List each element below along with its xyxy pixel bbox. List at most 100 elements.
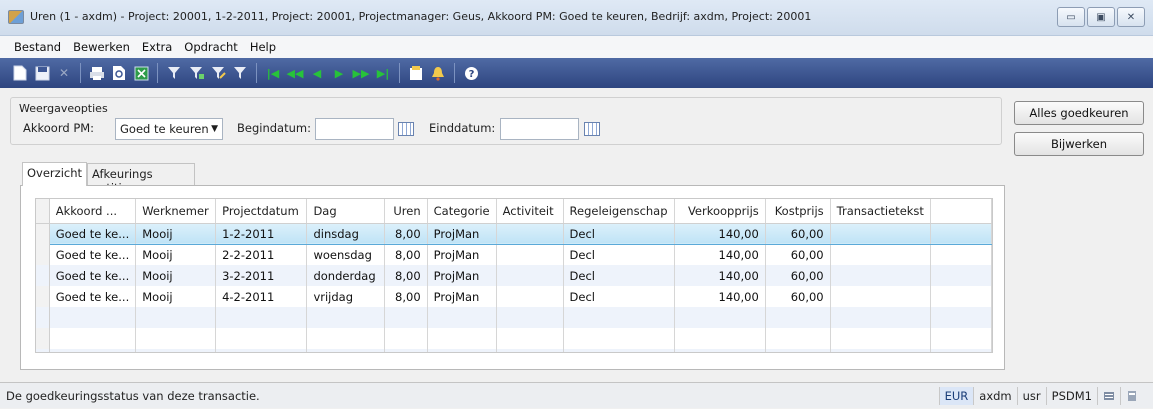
table-cell[interactable]: Decl [563, 265, 675, 286]
filter-clear-icon[interactable] [230, 63, 250, 83]
table-cell[interactable] [830, 286, 931, 307]
menu-opdracht[interactable]: Opdracht [178, 40, 244, 54]
table-cell[interactable]: 8,00 [384, 265, 428, 286]
table-cell[interactable]: Decl [563, 222, 675, 245]
table-cell[interactable]: 8,00 [384, 286, 428, 307]
delete-icon[interactable]: ✕ [54, 63, 74, 83]
table-cell[interactable]: Goed te ke... [49, 265, 137, 286]
print-preview-icon[interactable] [109, 63, 129, 83]
table-cell[interactable] [830, 265, 931, 286]
table-cell[interactable]: vrijdag [306, 286, 385, 307]
table-cell[interactable]: Goed te ke... [49, 286, 137, 307]
calendar-icon[interactable] [584, 122, 600, 136]
menu-help[interactable]: Help [244, 40, 282, 54]
table-cell[interactable]: 8,00 [384, 222, 428, 245]
help-icon[interactable]: ? [461, 63, 481, 83]
column-header[interactable]: Akkoord ... [49, 199, 137, 224]
table-cell[interactable]: 2-2-2011 [215, 244, 308, 265]
table-cell[interactable]: ProjMan [427, 265, 497, 286]
table-cell[interactable]: woensdag [306, 244, 385, 265]
empty-row[interactable] [36, 349, 992, 352]
first-record-icon[interactable]: |◀ [263, 63, 283, 83]
row-selector[interactable] [36, 244, 50, 265]
table-cell[interactable] [496, 286, 564, 307]
table-cell[interactable]: donderdag [306, 265, 385, 286]
save-icon[interactable] [32, 63, 52, 83]
document-handling-icon[interactable] [406, 63, 426, 83]
table-cell[interactable]: Mooij [135, 286, 217, 307]
table-cell[interactable] [496, 265, 564, 286]
table-cell[interactable]: 60,00 [765, 222, 831, 245]
column-header[interactable]: Projectdatum [215, 199, 308, 224]
begindatum-input[interactable] [315, 118, 394, 140]
previous-page-icon[interactable]: ◀◀ [285, 63, 305, 83]
filter-by-selection-icon[interactable] [186, 63, 206, 83]
table-row[interactable]: Goed te ke... Mooij 1-2-2011 dinsdag 8,0… [36, 222, 992, 245]
maximize-button[interactable]: ▣ [1087, 7, 1115, 27]
update-button[interactable]: Bijwerken [1014, 132, 1144, 156]
row-selector[interactable] [36, 286, 50, 307]
table-cell[interactable]: 140,00 [674, 244, 766, 265]
table-cell[interactable]: 60,00 [765, 265, 831, 286]
column-header[interactable]: Regeleigenschap [563, 199, 675, 224]
menu-extra[interactable]: Extra [136, 40, 178, 54]
table-cell[interactable]: ProjMan [427, 222, 497, 245]
column-header[interactable]: Categorie [427, 199, 497, 224]
table-cell[interactable] [830, 244, 931, 265]
table-cell[interactable]: 140,00 [674, 265, 766, 286]
table-cell[interactable]: 140,00 [674, 222, 766, 245]
row-selector[interactable] [36, 328, 50, 349]
table-cell[interactable]: 60,00 [765, 244, 831, 265]
column-header[interactable]: Werknemer [135, 199, 217, 224]
table-row[interactable]: Goed te ke... Mooij 2-2-2011 woensdag 8,… [36, 244, 992, 265]
last-record-icon[interactable]: ▶| [373, 63, 393, 83]
filter-icon[interactable] [164, 63, 184, 83]
row-selector[interactable] [36, 265, 50, 286]
table-cell[interactable]: dinsdag [306, 222, 385, 245]
empty-row[interactable] [36, 307, 992, 328]
table-cell[interactable] [830, 222, 931, 245]
approve-all-button[interactable]: Alles goedkeuren [1014, 101, 1144, 125]
tab-overzicht[interactable]: Overzicht [22, 162, 87, 186]
row-selector[interactable] [36, 223, 50, 244]
column-header[interactable]: Verkoopprijs [674, 199, 766, 224]
minimize-button[interactable]: ▭ [1057, 7, 1085, 27]
table-row[interactable]: Goed te ke... Mooij 3-2-2011 donderdag 8… [36, 265, 992, 286]
table-cell[interactable]: Mooij [135, 244, 217, 265]
column-header[interactable]: Uren [384, 199, 428, 224]
table-cell[interactable]: Mooij [135, 265, 217, 286]
table-cell[interactable]: Mooij [135, 222, 217, 245]
table-cell[interactable]: 8,00 [384, 244, 428, 265]
table-cell[interactable]: 3-2-2011 [215, 265, 308, 286]
export-icon[interactable] [131, 63, 151, 83]
calendar-icon[interactable] [398, 122, 414, 136]
table-cell[interactable]: 4-2-2011 [215, 286, 308, 307]
table-cell[interactable]: 1-2-2011 [215, 222, 308, 245]
close-button[interactable]: ✕ [1117, 7, 1145, 27]
advanced-filter-icon[interactable] [208, 63, 228, 83]
akkoord-pm-select[interactable]: Goed te keuren ▼ [115, 118, 223, 140]
currency-indicator[interactable]: EUR [938, 387, 974, 405]
table-cell[interactable] [496, 244, 564, 265]
previous-record-icon[interactable]: ◀ [307, 63, 327, 83]
row-selector[interactable] [36, 307, 50, 328]
table-cell[interactable]: 60,00 [765, 286, 831, 307]
next-record-icon[interactable]: ▶ [329, 63, 349, 83]
row-selector[interactable] [36, 349, 50, 352]
empty-row[interactable] [36, 328, 992, 349]
menu-bestand[interactable]: Bestand [8, 40, 67, 54]
alert-icon[interactable] [428, 63, 448, 83]
new-icon[interactable] [10, 63, 30, 83]
table-cell[interactable]: Decl [563, 244, 675, 265]
einddatum-input[interactable] [500, 118, 579, 140]
table-cell[interactable]: 140,00 [674, 286, 766, 307]
column-header[interactable]: Activiteit [496, 199, 564, 224]
table-cell[interactable]: ProjMan [427, 244, 497, 265]
table-cell[interactable] [496, 222, 564, 245]
table-cell[interactable]: Goed te ke... [49, 222, 137, 245]
table-cell[interactable]: Goed te ke... [49, 244, 137, 265]
next-page-icon[interactable]: ▶▶ [351, 63, 371, 83]
column-header[interactable]: Transactietekst [830, 199, 931, 224]
table-cell[interactable]: ProjMan [427, 286, 497, 307]
table-row[interactable]: Goed te ke... Mooij 4-2-2011 vrijdag 8,0… [36, 286, 992, 307]
